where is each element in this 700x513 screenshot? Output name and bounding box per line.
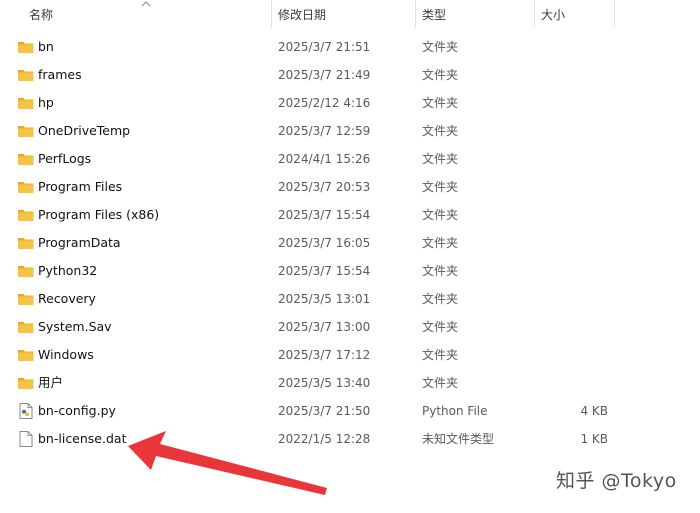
file-size [538,33,608,61]
folder-icon [18,98,34,109]
file-name: OneDriveTemp [38,123,131,138]
document-icon [19,431,33,447]
file-type: 文件夹 [422,264,459,278]
file-row[interactable]: frames 2025/3/7 21:49 文件夹 [0,61,700,89]
file-type: 文件夹 [422,40,459,54]
file-name: PerfLogs [38,151,92,166]
file-modified-date: 2025/3/5 13:01 [278,292,371,306]
file-size [538,201,608,229]
folder-icon [18,126,34,137]
file-row[interactable]: hp 2025/2/12 4:16 文件夹 [0,89,700,117]
file-size [538,369,608,397]
file-type: 未知文件类型 [422,432,495,446]
sort-ascending-icon [141,1,151,7]
file-row[interactable]: Program Files 2025/3/7 20:53 文件夹 [0,173,700,201]
file-size [538,145,608,173]
file-row[interactable]: PerfLogs 2024/4/1 15:26 文件夹 [0,145,700,173]
file-row[interactable]: System.Sav 2025/3/7 13:00 文件夹 [0,313,700,341]
file-row[interactable]: 用户 2025/3/5 13:40 文件夹 [0,369,700,397]
file-type: 文件夹 [422,208,459,222]
file-modified-date: 2025/3/7 20:53 [278,180,371,194]
file-type: 文件夹 [422,180,459,194]
file-name: Program Files [38,179,123,194]
file-name: Windows [38,347,94,362]
folder-icon [18,294,34,305]
column-header-type[interactable]: 类型 [414,0,534,30]
file-modified-date: 2025/3/7 13:00 [278,320,371,334]
file-size [538,313,608,341]
file-modified-date: 2025/3/7 16:05 [278,236,371,250]
file-size [538,229,608,257]
folder-icon [18,238,34,249]
file-row[interactable]: bn-license.dat 2022/1/5 12:28 未知文件类型 1 K… [0,425,700,453]
file-modified-date: 2025/2/12 4:16 [278,96,371,110]
file-modified-date: 2025/3/5 13:40 [278,376,371,390]
file-type: 文件夹 [422,68,459,82]
folder-icon [18,42,34,53]
file-modified-date: 2025/3/7 21:51 [278,40,371,54]
file-name: Recovery [38,291,96,306]
file-type: 文件夹 [422,376,459,390]
file-row[interactable]: bn-config.py 2025/3/7 21:50 Python File … [0,397,700,425]
column-header-size[interactable]: 大小 [533,0,613,30]
file-name: ProgramData [38,235,121,250]
file-row[interactable]: ProgramData 2025/3/7 16:05 文件夹 [0,229,700,257]
file-modified-date: 2022/1/5 12:28 [278,432,371,446]
file-name: Python32 [38,263,98,278]
file-row[interactable]: Program Files (x86) 2025/3/7 15:54 文件夹 [0,201,700,229]
file-size: 4 KB [580,404,608,418]
file-size: 1 KB [580,432,608,446]
file-size [538,341,608,369]
python-file-icon [19,403,33,419]
file-modified-date: 2025/3/7 12:59 [278,124,371,138]
file-size [538,285,608,313]
folder-icon [18,210,34,221]
file-size [538,173,608,201]
file-name: Program Files (x86) [38,207,160,222]
file-size [538,61,608,89]
file-type: 文件夹 [422,124,459,138]
file-type: 文件夹 [422,152,459,166]
file-size [538,89,608,117]
file-name: 用户 [38,375,64,390]
folder-icon [18,266,34,277]
file-row[interactable]: Recovery 2025/3/5 13:01 文件夹 [0,285,700,313]
file-name: bn-license.dat [38,431,127,446]
column-header-bar: 名称 修改日期 类型 大小 [0,0,700,30]
file-name: bn [38,39,54,54]
file-type: Python File [422,404,488,418]
watermark-text: 知乎 @Tokyo [556,470,677,492]
file-row[interactable]: OneDriveTemp 2025/3/7 12:59 文件夹 [0,117,700,145]
file-size [538,117,608,145]
file-row[interactable]: Windows 2025/3/7 17:12 文件夹 [0,341,700,369]
file-row[interactable]: bn 2025/3/7 21:51 文件夹 [0,33,700,61]
folder-icon [18,378,34,389]
folder-icon [18,154,34,165]
file-name: System.Sav [38,319,112,334]
file-name: hp [38,95,54,110]
file-type: 文件夹 [422,292,459,306]
file-name: bn-config.py [38,403,116,418]
file-modified-date: 2024/4/1 15:26 [278,152,371,166]
file-modified-date: 2025/3/7 15:54 [278,264,371,278]
file-type: 文件夹 [422,320,459,334]
folder-icon [18,70,34,81]
file-row[interactable]: Python32 2025/3/7 15:54 文件夹 [0,257,700,285]
folder-icon [18,350,34,361]
file-size [538,257,608,285]
file-modified-date: 2025/3/7 15:54 [278,208,371,222]
file-modified-date: 2025/3/7 21:50 [278,404,371,418]
folder-icon [18,182,34,193]
file-type: 文件夹 [422,236,459,250]
file-type: 文件夹 [422,348,459,362]
column-divider[interactable] [614,0,615,28]
column-header-date[interactable]: 修改日期 [270,0,415,30]
folder-icon [18,322,34,333]
file-type: 文件夹 [422,96,459,110]
file-modified-date: 2025/3/7 17:12 [278,348,371,362]
file-modified-date: 2025/3/7 21:49 [278,68,371,82]
file-name: frames [38,67,82,82]
